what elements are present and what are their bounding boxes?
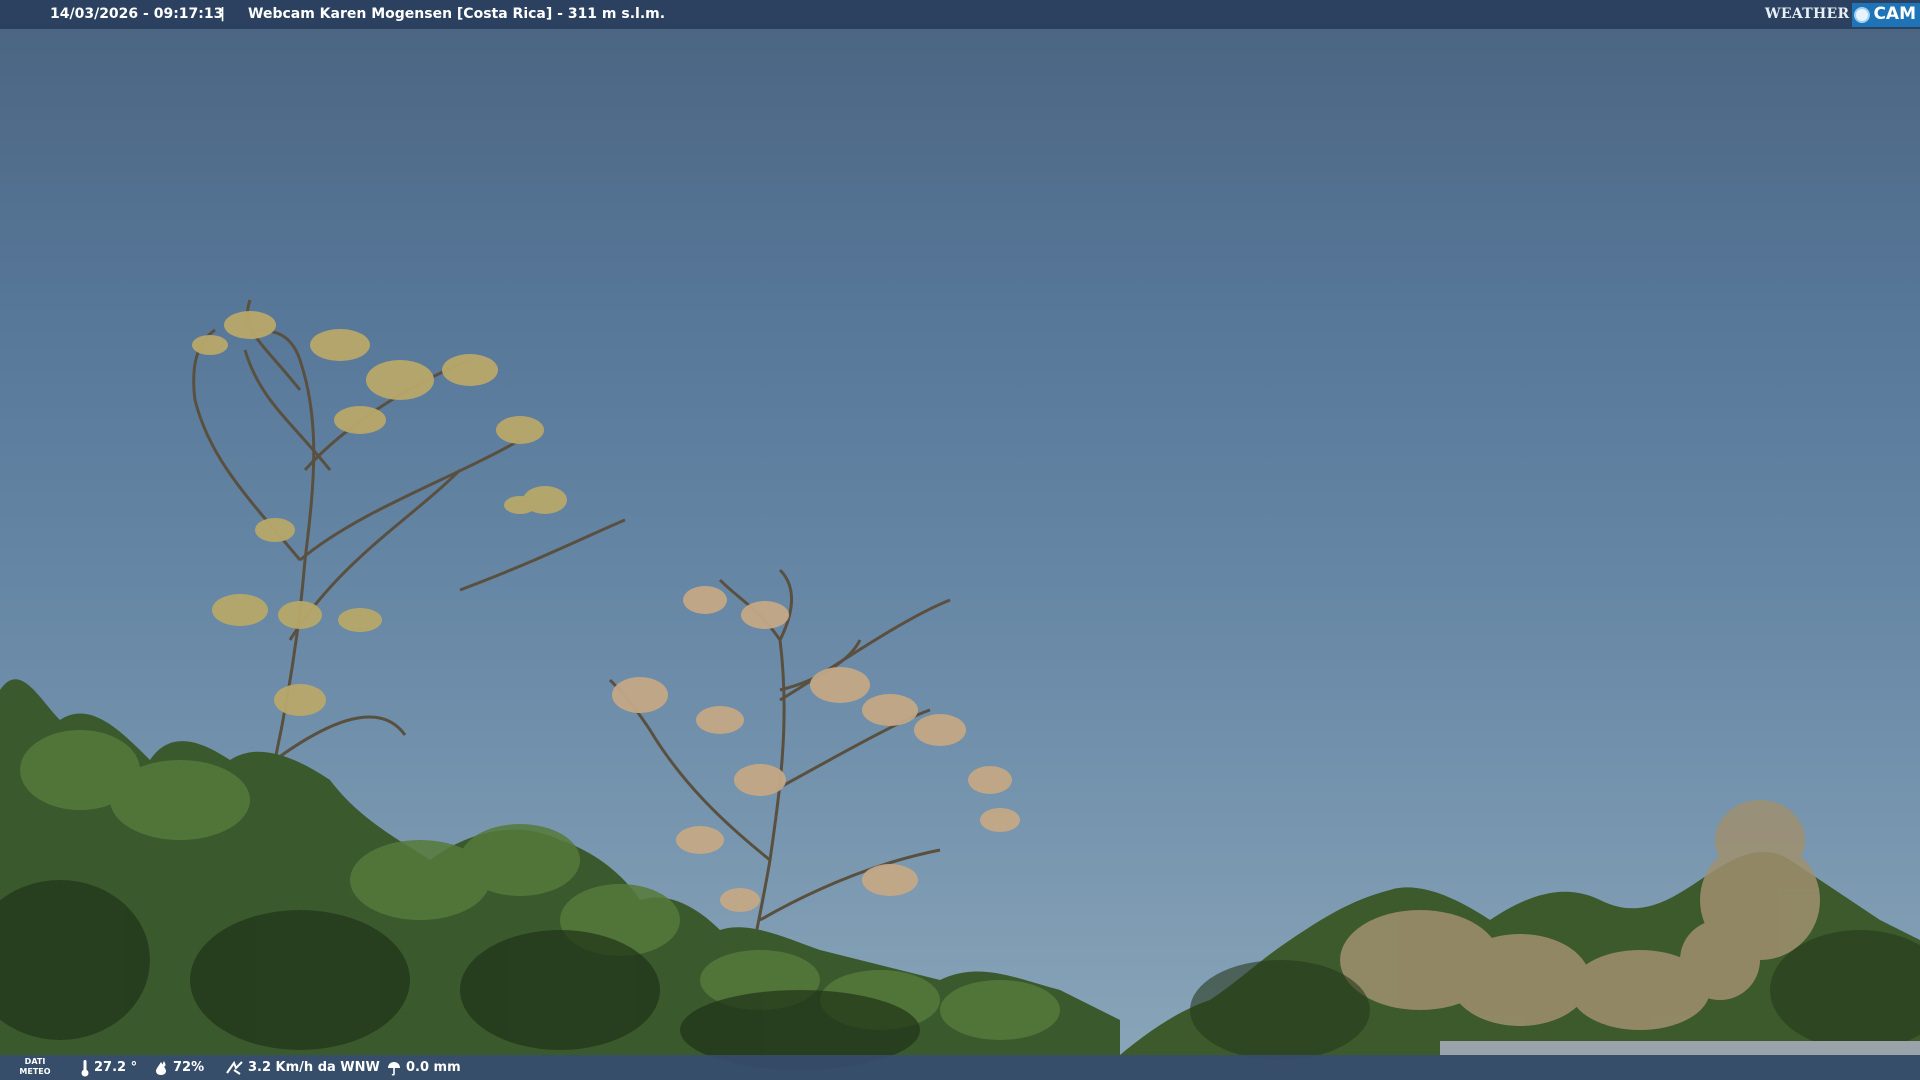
logo-cam-text: CAM	[1873, 4, 1916, 24]
rain-stat: 0.0 mm	[386, 1055, 461, 1080]
weathercam-logo: WEATHER CAM	[1765, 0, 1920, 29]
tall-tree-middle-leaves	[612, 586, 1020, 912]
meteo-label: DATI METEO	[18, 1057, 52, 1077]
humidity-stat: 72%	[153, 1055, 204, 1080]
logo-cam-badge: CAM	[1852, 2, 1920, 27]
timestamp: 14/03/2026 - 09:17:13	[50, 6, 224, 22]
landscape-scene	[0, 299, 1920, 1070]
meteo-bar: DATI METEO 27.2 ° 72% 3.2 Km/h da WNW 0.…	[0, 1055, 1920, 1080]
wind-value: 3.2 Km/h da WNW	[248, 1060, 380, 1075]
humidity-drop-icon	[156, 1060, 166, 1075]
rain-value: 0.0 mm	[406, 1060, 461, 1075]
temperature-stat: 27.2 °	[80, 1055, 137, 1080]
temperature-value: 27.2 °	[94, 1060, 138, 1075]
lens-icon	[1854, 6, 1871, 23]
humidity-value: 72%	[173, 1060, 205, 1075]
top-info-bar: 14/03/2026 - 09:17:13 | Webcam Karen Mog…	[0, 0, 1920, 29]
separator: |	[220, 6, 226, 22]
wind-stat: 3.2 Km/h da WNW	[226, 1055, 380, 1080]
webcam-frame: 14/03/2026 - 09:17:13 | Webcam Karen Mog…	[0, 0, 1920, 1080]
thermometer-icon	[81, 1059, 89, 1076]
wind-icon	[226, 1060, 243, 1075]
meteo-label-line2: METEO	[19, 1067, 51, 1076]
rain-gauge-icon	[388, 1061, 400, 1076]
webcam-title: Webcam Karen Mogensen [Costa Rica] - 311…	[248, 6, 666, 22]
meteo-label-line1: DATI	[24, 1057, 46, 1066]
corner-strip	[1440, 1041, 1920, 1055]
logo-weather-text: WEATHER	[1764, 6, 1850, 22]
